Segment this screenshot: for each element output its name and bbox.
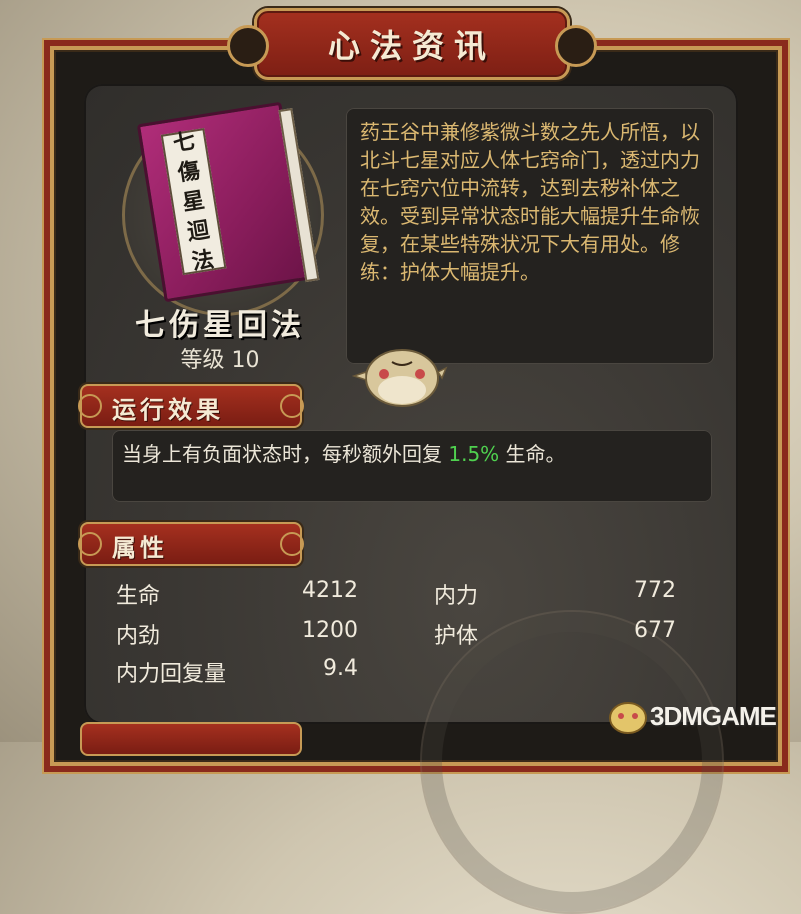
effect-text-before: 当身上有负面状态时，每秒额外回复 xyxy=(122,442,449,466)
watermark-text: 3DMGAME xyxy=(650,700,777,731)
book-cover-char: 法 xyxy=(190,246,216,276)
attributes-section-header: 属性 xyxy=(78,522,304,566)
swirl-ornament-icon xyxy=(78,394,102,418)
skill-book-icon: 七 傷 星 迴 法 xyxy=(136,101,320,303)
dialog-title: 心法资讯 xyxy=(327,27,496,65)
skill-level: 等级 10 xyxy=(180,348,260,373)
effect-section-header: 运行效果 xyxy=(78,384,304,428)
effect-section-title: 运行效果 xyxy=(112,395,224,424)
stat-value: 772 xyxy=(634,578,676,603)
stat-label: 内力 xyxy=(434,584,479,609)
book-cover-char: 星 xyxy=(180,187,207,217)
stat-label: 生命 xyxy=(116,584,161,609)
effect-description: 当身上有负面状态时，每秒额外回复 1.5% 生命。 xyxy=(122,438,566,467)
stat-label: 护体 xyxy=(434,624,479,649)
stat-value: 9.4 xyxy=(323,656,358,681)
mascot-icon xyxy=(352,349,448,407)
skill-description: 药王谷中兼修紫微斗数之先人所悟，以北斗七星对应人体七窍命门，透过内力在七窍穴位中… xyxy=(360,120,700,284)
next-section-header xyxy=(80,722,302,756)
book-cover-char: 七 xyxy=(171,127,198,157)
stat-value: 677 xyxy=(634,618,676,643)
watermark-mascot-icon xyxy=(609,702,647,734)
stat-value: 1200 xyxy=(302,618,358,643)
book-cover-char: 傷 xyxy=(175,157,202,187)
effect-text-after: 生命。 xyxy=(499,442,566,466)
scroll-curl-icon xyxy=(227,25,269,67)
scroll-curl-icon xyxy=(555,25,597,67)
book-cover-char: 迴 xyxy=(185,216,212,246)
dragon-seal-decoration xyxy=(420,610,724,914)
swirl-ornament-icon xyxy=(280,532,304,556)
title-plate: 心法资讯 xyxy=(227,8,597,80)
stat-value: 4212 xyxy=(302,578,358,603)
stat-label: 内劲 xyxy=(116,624,161,649)
stat-label: 内力回复量 xyxy=(116,662,227,687)
watermark: 3DMGAME xyxy=(606,694,796,738)
effect-highlight-value: 1.5% xyxy=(448,442,500,466)
swirl-ornament-icon xyxy=(280,394,304,418)
swirl-ornament-icon xyxy=(78,532,102,556)
skill-name: 七伤星回法 xyxy=(135,308,305,343)
attributes-section-title: 属性 xyxy=(112,533,168,562)
